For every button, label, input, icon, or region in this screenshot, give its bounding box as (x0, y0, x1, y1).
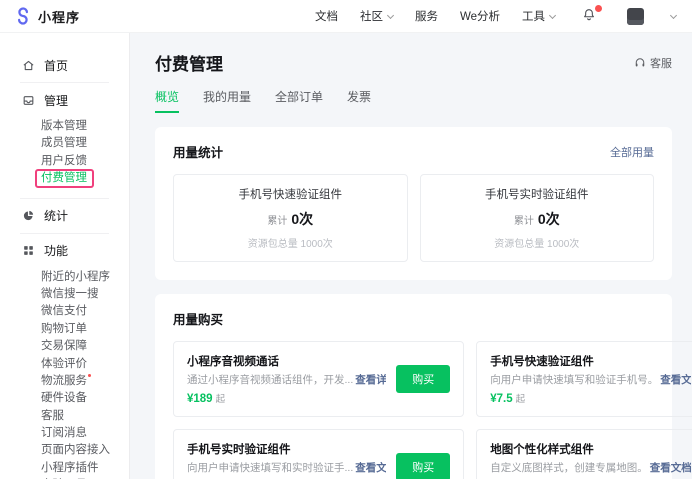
buy-card-desc: 向用户申请快速填写和验证手机号。 (490, 374, 658, 386)
sidebar-item-wechat-pay[interactable]: 微信支付 (0, 303, 129, 320)
nav-community[interactable]: 社区 (360, 8, 393, 24)
buy-card-desc: 自定义底图样式，创建专属地图。 (490, 462, 648, 474)
stat-total-value: 0次 (291, 209, 313, 229)
page-title: 付费管理 (155, 50, 223, 75)
headset-icon (634, 57, 646, 69)
drawer-icon (22, 94, 35, 107)
sidebar-group-statistics[interactable]: 统计 (0, 207, 129, 225)
sidebar-group-features[interactable]: 功能 (0, 242, 129, 260)
top-navigation: 文档 社区 服务 We分析 工具 (315, 7, 676, 25)
logo-text: 小程序 (38, 7, 80, 26)
buy-card-price: ¥189 (187, 393, 213, 405)
sidebar-item-customer-service[interactable]: 客服 (0, 408, 129, 425)
sidebar-item-payment-management[interactable]: 付费管理 (0, 170, 129, 187)
sidebar-item-page-content-access[interactable]: 页面内容接入 (0, 442, 129, 459)
view-docs-link[interactable]: 查看文档 (355, 462, 386, 474)
usage-buy-panel: 用量购买 小程序音视频通话 通过小程序音视频通话组件，开发...查看详情 ¥18… (155, 294, 672, 479)
nav-docs[interactable]: 文档 (315, 8, 338, 24)
topbar: 小程序 文档 社区 服务 We分析 工具 (0, 0, 692, 33)
stat-total-value: 0次 (538, 209, 560, 229)
stat-total-label: 累计 (514, 212, 534, 227)
sidebar-item-miniprogram-plugins[interactable]: 小程序插件 (0, 460, 129, 477)
buy-card-price: ¥7.5 (490, 393, 512, 405)
all-usage-link[interactable]: 全部用量 (610, 144, 654, 160)
sidebar-item-experience-rating[interactable]: 体验评价 (0, 356, 129, 373)
sidebar-item-logistics-service[interactable]: 物流服务 (0, 373, 129, 390)
sidebar-item-hardware-devices[interactable]: 硬件设备 (0, 390, 129, 407)
new-badge-dot (88, 374, 91, 377)
buy-card-phone-quick-verify: 手机号快速验证组件 向用户申请快速填写和验证手机号。查看文档 ¥7.5 起 购买 (476, 341, 692, 417)
avatar[interactable] (627, 8, 644, 25)
buy-card-name: 手机号快速验证组件 (490, 353, 691, 369)
notification-badge (594, 4, 603, 13)
sidebar-item-user-feedback[interactable]: 用户反馈 (0, 153, 129, 170)
features-submenu: 附近的小程序 微信搜一搜 微信支付 购物订单 交易保障 体验评价 物流服务 硬件… (0, 269, 129, 479)
buy-card-name: 手机号实时验证组件 (187, 441, 386, 457)
tab-overview[interactable]: 概览 (155, 88, 179, 113)
pie-chart-icon (22, 209, 35, 222)
tab-bar: 概览 我的用量 全部订单 发票 (155, 88, 672, 113)
sidebar-group-management[interactable]: 管理 (0, 91, 129, 109)
grid-icon (22, 244, 35, 257)
sidebar-item-version-management[interactable]: 版本管理 (0, 118, 129, 135)
stat-card-phone-quick-verify: 手机号快速验证组件 累计 0次 资源包总量 1000次 (173, 174, 408, 262)
buy-card-name: 地图个性化样式组件 (490, 441, 691, 457)
divider (20, 82, 109, 83)
buy-card-map-custom-style: 地图个性化样式组件 自定义底图样式，创建专属地图。查看文档 ¥399 起 购买 (476, 429, 692, 479)
stat-card-phone-realtime-verify: 手机号实时验证组件 累计 0次 资源包总量 1000次 (420, 174, 655, 262)
usage-buy-title: 用量购买 (173, 309, 223, 328)
view-docs-link[interactable]: 查看文档 (660, 374, 691, 386)
buy-card-phone-realtime-verify: 手机号实时验证组件 向用户申请快速填写和实时验证手...查看文档 ¥10 起 购… (173, 429, 464, 479)
customer-support-button[interactable]: 客服 (634, 55, 672, 71)
nav-we-analytics[interactable]: We分析 (460, 8, 500, 24)
main-content: 付费管理 客服 概览 我的用量 全部订单 发票 用量统计 全部用量 (130, 33, 692, 479)
buy-card-name: 小程序音视频通话 (187, 353, 386, 369)
buy-button[interactable]: 购买 (396, 453, 450, 479)
stat-name: 手机号快速验证组件 (239, 186, 343, 202)
sidebar-item-member-management[interactable]: 成员管理 (0, 135, 129, 152)
notification-bell-button[interactable] (581, 7, 599, 25)
stat-quota: 资源包总量 1000次 (248, 235, 333, 250)
divider (20, 233, 109, 234)
tab-my-usage[interactable]: 我的用量 (203, 88, 251, 113)
chevron-down-icon (387, 11, 394, 18)
home-icon (22, 59, 35, 72)
chevron-down-icon (549, 11, 556, 18)
usage-stats-panel: 用量统计 全部用量 手机号快速验证组件 累计 0次 资源包总量 1000次 手机… (155, 127, 672, 280)
nav-services[interactable]: 服务 (415, 8, 438, 24)
sidebar: 首页 管理 版本管理 成员管理 用户反馈 付费管理 统计 (0, 33, 130, 479)
tab-all-orders[interactable]: 全部订单 (275, 88, 323, 113)
divider (20, 198, 109, 199)
management-submenu: 版本管理 成员管理 用户反馈 付费管理 (0, 118, 129, 188)
buy-card-desc: 向用户申请快速填写和实时验证手... (187, 462, 353, 474)
sidebar-item-home[interactable]: 首页 (0, 56, 129, 74)
view-details-link[interactable]: 查看详情 (355, 374, 386, 386)
sidebar-item-shopping-orders[interactable]: 购物订单 (0, 321, 129, 338)
miniprogram-s-icon (14, 7, 32, 25)
buy-card-av-call: 小程序音视频通话 通过小程序音视频通话组件，开发...查看详情 ¥189 起 购… (173, 341, 464, 417)
usage-stats-title: 用量统计 (173, 142, 223, 161)
buy-button[interactable]: 购买 (396, 365, 450, 393)
stat-quota: 资源包总量 1000次 (494, 235, 579, 250)
sidebar-item-subscribe-messages[interactable]: 订阅消息 (0, 425, 129, 442)
buy-card-price-suffix: 起 (216, 391, 226, 405)
sidebar-item-nearby-miniprograms[interactable]: 附近的小程序 (0, 269, 129, 286)
miniprogram-logo[interactable]: 小程序 (14, 7, 80, 26)
stat-total-label: 累计 (267, 212, 287, 227)
sidebar-item-transaction-guarantee[interactable]: 交易保障 (0, 338, 129, 355)
view-docs-link[interactable]: 查看文档 (650, 462, 692, 474)
account-chevron-down-icon[interactable] (670, 11, 677, 18)
tab-invoice[interactable]: 发票 (347, 88, 371, 113)
sidebar-item-wechat-search[interactable]: 微信搜一搜 (0, 286, 129, 303)
buy-card-desc: 通过小程序音视频通话组件，开发... (187, 374, 353, 386)
stat-name: 手机号实时验证组件 (485, 186, 589, 202)
nav-tools[interactable]: 工具 (522, 8, 555, 24)
buy-card-price-suffix: 起 (516, 391, 526, 405)
